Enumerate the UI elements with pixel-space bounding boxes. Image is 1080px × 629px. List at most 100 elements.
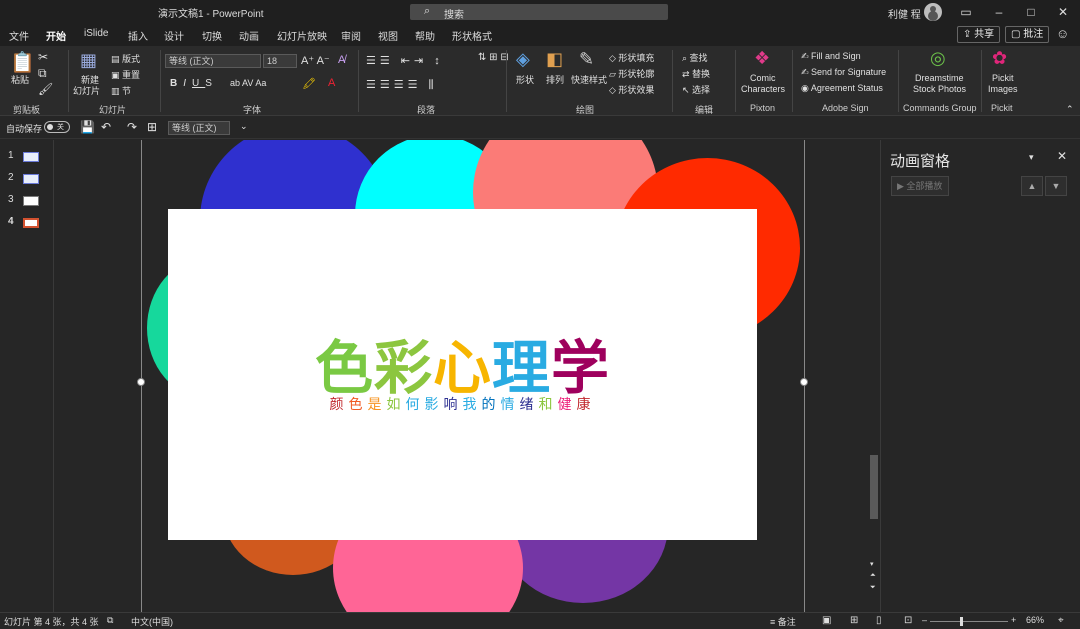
pane-close-icon[interactable]: ✕ bbox=[1057, 149, 1067, 163]
tab-slideshow[interactable]: 幻灯片放映 bbox=[277, 28, 327, 43]
pickit-icon[interactable]: ✿ bbox=[992, 48, 1007, 69]
move-down-button[interactable]: ▼ bbox=[1045, 176, 1067, 196]
user-name[interactable]: 利健 程 bbox=[888, 6, 921, 21]
text-direction-icon[interactable]: ⇅ ⊞ ⊟ bbox=[478, 52, 509, 63]
tab-design[interactable]: 设计 bbox=[164, 28, 184, 43]
accessibility-icon[interactable]: ⧉ bbox=[107, 615, 113, 626]
pickit-label-1[interactable]: Pickit bbox=[992, 73, 1014, 83]
grow-font-icon[interactable]: A⁺ A⁻ bbox=[301, 54, 330, 67]
zoom-in-icon[interactable]: + bbox=[1011, 615, 1016, 625]
ribbon-display-icon[interactable]: ▭ bbox=[956, 3, 976, 21]
shape-effects-button[interactable]: ◇ 形状效果 bbox=[609, 83, 654, 96]
undo-icon[interactable]: ↶ bbox=[101, 120, 111, 134]
save-icon[interactable]: 💾 bbox=[80, 120, 95, 134]
tab-file[interactable]: 文件 bbox=[9, 28, 29, 43]
feedback-icon[interactable]: ☺ bbox=[1056, 26, 1069, 41]
reset-button[interactable]: ▣ 重置 bbox=[111, 68, 140, 81]
redo-icon[interactable]: ↷ bbox=[127, 120, 137, 134]
zoom-slider[interactable] bbox=[930, 621, 1008, 622]
pixton-icon[interactable]: ❖ bbox=[754, 48, 770, 69]
clear-format-icon[interactable]: A̸ bbox=[338, 54, 345, 66]
shapes-button[interactable]: 形状 bbox=[516, 73, 534, 86]
tab-shape-format[interactable]: 形状格式 bbox=[452, 28, 492, 43]
sorter-view-icon[interactable]: ⊞ bbox=[850, 615, 858, 626]
reading-view-icon[interactable]: ▯ bbox=[876, 615, 882, 626]
cut-icon[interactable]: ✂ bbox=[38, 50, 48, 64]
quick-styles-icon[interactable]: ✎ bbox=[579, 49, 594, 70]
fit-window-icon[interactable]: ⌖ bbox=[1058, 615, 1064, 626]
tab-animations[interactable]: 动画 bbox=[239, 28, 259, 43]
tab-view[interactable]: 视图 bbox=[378, 28, 398, 43]
arrange-icon[interactable]: ◧ bbox=[546, 49, 563, 70]
customize-qat-icon[interactable]: ⌄ bbox=[240, 121, 248, 132]
tab-islide[interactable]: iSlide bbox=[84, 28, 108, 39]
qat-font-select[interactable]: 等线 (正文) bbox=[168, 121, 230, 135]
slide-canvas[interactable]: 色彩心理学 颜色是如何影响我的情绪和健康 bbox=[55, 140, 866, 612]
find-button[interactable]: ⌕ 查找 bbox=[682, 51, 708, 64]
select-button[interactable]: ↖ 选择 bbox=[682, 83, 710, 96]
new-slide-icon[interactable]: ▦ bbox=[80, 50, 97, 71]
format-painter-icon[interactable]: 🖌 bbox=[38, 82, 53, 96]
dreamstime-label-2[interactable]: Stock Photos bbox=[913, 84, 966, 94]
share-button[interactable]: ⇪ 共享 bbox=[957, 26, 1001, 43]
notes-button[interactable]: ≡ 备注 bbox=[770, 615, 796, 628]
copy-icon[interactable]: ⧉ bbox=[38, 66, 47, 81]
quick-styles-button[interactable]: 快速样式 bbox=[571, 73, 607, 86]
align-buttons[interactable]: ☰☰☰☰ ⫼ bbox=[366, 78, 438, 92]
comment-button[interactable]: ▢ 批注 bbox=[1005, 26, 1050, 43]
send-signature-button[interactable]: ✍ Send for Signature bbox=[801, 67, 886, 78]
slide-subtitle[interactable]: 颜色是如何影响我的情绪和健康 bbox=[168, 394, 757, 414]
replace-button[interactable]: ⇄ 替换 bbox=[682, 67, 710, 80]
slideshow-view-icon[interactable]: ⊡ bbox=[904, 615, 912, 626]
slide-thumb-3[interactable] bbox=[23, 196, 39, 206]
next-slide-icon[interactable]: ⏷ bbox=[870, 584, 876, 592]
shapes-icon[interactable]: ◈ bbox=[516, 49, 530, 70]
resize-handle[interactable] bbox=[800, 378, 808, 386]
prev-slide-icon[interactable]: ⏶ bbox=[870, 572, 876, 580]
pickit-label-2[interactable]: Images bbox=[988, 84, 1018, 94]
scroll-down-icon[interactable]: ▾ bbox=[870, 560, 874, 568]
minimize-icon[interactable]: – bbox=[989, 3, 1009, 21]
scroll-thumb[interactable] bbox=[870, 455, 878, 519]
move-up-button[interactable]: ▲ bbox=[1021, 176, 1043, 196]
resize-handle[interactable] bbox=[137, 378, 145, 386]
normal-view-icon[interactable]: ▣ bbox=[822, 615, 831, 626]
language-status[interactable]: 中文(中国) bbox=[131, 615, 173, 628]
layout-button[interactable]: ▤ 版式 bbox=[111, 52, 140, 65]
new-slide-label-2[interactable]: 幻灯片 bbox=[73, 84, 100, 97]
tab-review[interactable]: 审阅 bbox=[341, 28, 361, 43]
search-input[interactable]: ⌕ 搜索 bbox=[410, 4, 668, 21]
agreement-status-button[interactable]: ◉ Agreement Status bbox=[801, 83, 883, 94]
section-button[interactable]: ▥ 节 bbox=[111, 84, 131, 97]
play-all-button[interactable]: ▶ 全部播放 bbox=[891, 176, 949, 196]
zoom-level[interactable]: 66% bbox=[1026, 615, 1044, 625]
slide-rectangle[interactable]: 色彩心理学 颜色是如何影响我的情绪和健康 bbox=[168, 209, 757, 540]
fill-sign-button[interactable]: ✍ Fill and Sign bbox=[801, 51, 861, 62]
zoom-slider-thumb[interactable] bbox=[960, 617, 963, 626]
list-buttons[interactable]: ☰☰ ⇤⇥ ↕ bbox=[366, 54, 444, 67]
shape-fill-button[interactable]: ◇ 形状填充 bbox=[609, 51, 654, 64]
slide-thumb-2[interactable] bbox=[23, 174, 39, 184]
font-size-select[interactable]: 18 bbox=[263, 54, 297, 68]
collapse-ribbon-icon[interactable]: ⌃ bbox=[1066, 104, 1074, 115]
comic-label-2[interactable]: Characters bbox=[741, 84, 785, 94]
dreamstime-label-1[interactable]: Dreamstime bbox=[915, 73, 964, 83]
present-icon[interactable]: ⊞ bbox=[147, 120, 157, 134]
autosave-toggle[interactable]: 关 bbox=[44, 121, 70, 133]
paste-button[interactable]: 粘贴 bbox=[11, 73, 29, 86]
dreamstime-icon[interactable]: ◎ bbox=[930, 48, 946, 69]
slide-thumb-1[interactable] bbox=[23, 152, 39, 162]
arrange-button[interactable]: 排列 bbox=[546, 73, 564, 86]
tab-home[interactable]: 开始 bbox=[46, 28, 66, 48]
avatar[interactable] bbox=[924, 3, 942, 21]
tab-transitions[interactable]: 切换 bbox=[202, 28, 222, 43]
font-style-buttons[interactable]: BIUS bbox=[170, 78, 218, 89]
tab-insert[interactable]: 插入 bbox=[128, 28, 148, 43]
pane-options-icon[interactable]: ▾ bbox=[1029, 152, 1034, 163]
paste-icon[interactable]: 📋 bbox=[10, 50, 35, 75]
slide-title[interactable]: 色彩心理学 bbox=[168, 321, 757, 405]
shape-outline-button[interactable]: ▱ 形状轮廓 bbox=[609, 67, 654, 80]
font-color-icon[interactable]: A bbox=[328, 77, 335, 89]
tab-help[interactable]: 帮助 bbox=[415, 28, 435, 43]
highlight-icon[interactable]: 🖍 bbox=[302, 77, 316, 90]
